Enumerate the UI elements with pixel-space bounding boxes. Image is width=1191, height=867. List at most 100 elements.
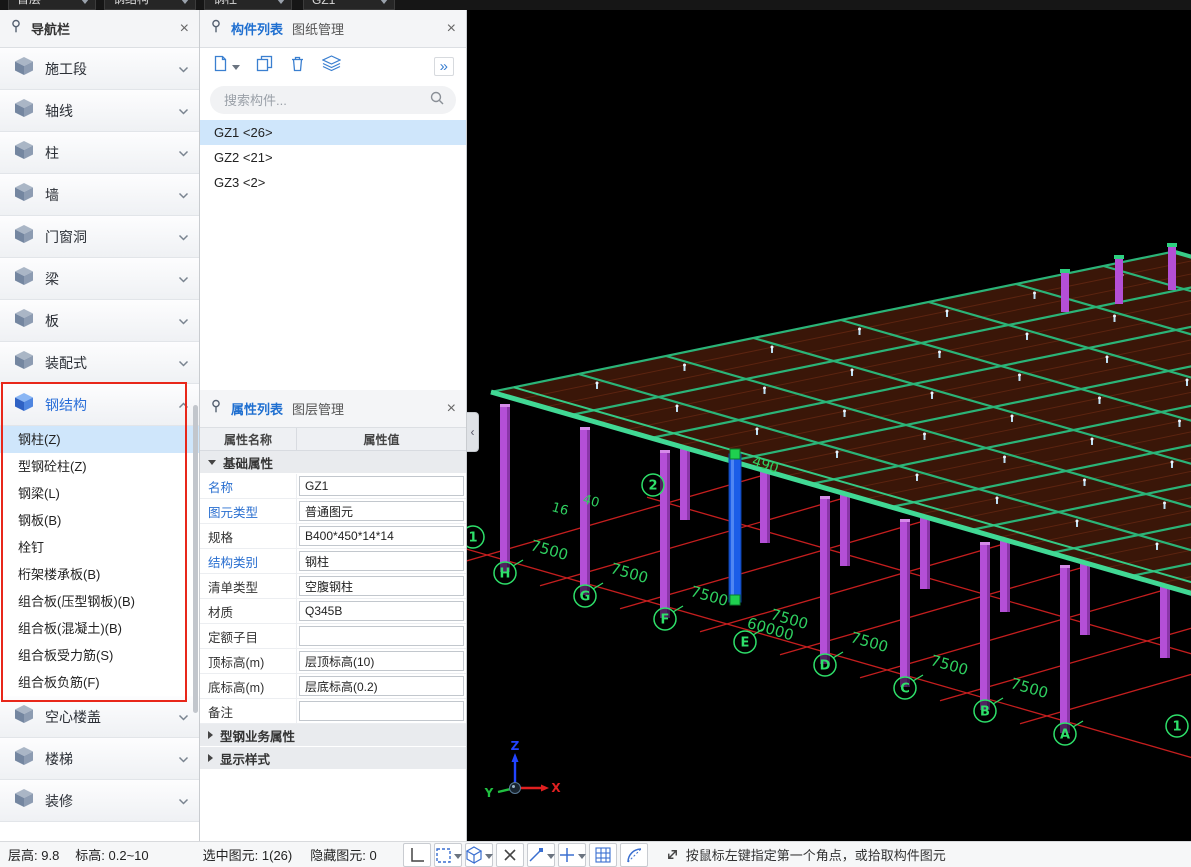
chevron-down-icon [485,847,493,862]
component-list-item[interactable]: GZ3 <2> [200,170,466,195]
pin-icon[interactable] [210,19,222,38]
sidebar-group-wall[interactable]: 墙 [0,174,199,216]
sidebar-item-steel-sub-1[interactable]: 型钢砼柱(Z) [0,453,199,480]
chevron-down-icon [232,57,240,75]
copy-component-button[interactable] [256,55,273,77]
sidebar-item-steel-sub-4[interactable]: 栓钉 [0,534,199,561]
tab-property-list[interactable]: 属性列表 [231,399,283,418]
sidebar-group-door-window-opening[interactable]: 门窗洞 [0,216,199,258]
property-value-input[interactable]: B400*450*14*14 [299,526,464,546]
arc-draw-button[interactable] [620,843,648,867]
viewport-3d[interactable]: HGFEDCBA12175007500750075007500750075006… [467,10,1191,841]
sidebar-group-label: 门窗洞 [45,227,168,247]
tab-component-list[interactable]: 构件列表 [231,19,283,38]
type-select[interactable]: 钢柱 [204,0,292,10]
sidebar-group-column[interactable]: 柱 [0,132,199,174]
nav-scrollbar[interactable] [193,405,198,713]
line-draw-button[interactable] [527,843,555,867]
svg-text:7500: 7500 [849,628,891,656]
ortho-mode-button[interactable] [403,843,431,867]
close-icon[interactable]: × [447,21,456,37]
property-value-input[interactable]: GZ1 [299,476,464,496]
pick-corner-icon [665,847,680,862]
tab-layer-management[interactable]: 图层管理 [292,399,344,418]
sidebar-group-label: 梁 [45,269,168,289]
selection-box-button[interactable] [434,843,462,867]
property-value-input[interactable] [299,701,464,721]
delete-component-button[interactable] [289,55,306,77]
sidebar-item-steel-sub-6[interactable]: 组合板(压型钢板)(B) [0,588,199,615]
sidebar-group-hollow-floor[interactable]: 空心楼盖 [0,696,199,738]
sidebar-item-steel-sub-7[interactable]: 组合板(混凝土)(B) [0,615,199,642]
component-list-item[interactable]: GZ1 <26> [200,120,466,145]
search-input[interactable] [222,92,424,109]
property-value-input[interactable]: 空腹钢柱 [299,576,464,596]
sidebar-item-steel-sub-9[interactable]: 组合板负筋(F) [0,669,199,696]
property-value-input[interactable] [299,626,464,646]
component-list-item[interactable]: GZ2 <21> [200,145,466,170]
property-value-input[interactable]: 层顶标高(10) [299,651,464,671]
grip-bottom [730,595,740,605]
sidebar-group-stairs[interactable]: 楼梯 [0,738,199,780]
steel-structure-icon [13,392,35,417]
grid-view-button[interactable] [589,843,617,867]
floor-select[interactable]: 首层 [8,0,96,10]
sidebar-group-construction-segment[interactable]: 施工段 [0,48,199,90]
sidebar-group-slab[interactable]: 板 [0,300,199,342]
selected-column-gz1[interactable] [729,449,741,605]
coordinate-input-button[interactable] [558,843,586,867]
svg-text:7500: 7500 [529,536,571,564]
status-item-2: 选中图元: 1(26) [203,845,293,864]
property-value-input[interactable]: Q345B [299,601,464,621]
top-toolbar: 首层 钢结构 钢柱 GZ1 [0,0,1191,10]
pin-icon[interactable] [210,399,222,418]
close-icon[interactable]: × [447,401,456,417]
axis-triad: ZXY [484,739,562,800]
property-section-label: 显示样式 [220,749,270,768]
component-select[interactable]: GZ1 [303,0,395,10]
property-section-1[interactable]: 型钢业务属性 [200,724,466,747]
close-icon[interactable]: × [180,21,189,37]
svg-text:D: D [820,659,831,674]
sidebar-item-steel-column[interactable]: 钢柱(Z) [0,426,199,453]
sidebar-group-axis-line[interactable]: 轴线 [0,90,199,132]
svg-text:7500: 7500 [689,582,731,610]
property-name: 名称 [200,474,297,498]
sidebar-item-steel-sub-3[interactable]: 钢板(B) [0,507,199,534]
copy-to-layers-button[interactable] [322,55,341,77]
chevron-down-icon [454,847,462,862]
svg-text:H: H [500,567,511,582]
property-value-input[interactable]: 钢柱 [299,551,464,571]
search-icon[interactable] [430,91,444,110]
panel-collapse-handle[interactable]: ‹ [467,412,479,452]
pin-icon[interactable] [10,19,22,38]
property-name: 规格 [200,524,297,548]
more-tools-button[interactable]: » [434,57,454,76]
svg-text:G: G [580,590,591,605]
svg-text:C: C [900,682,910,697]
category-select-label: 钢结构 [113,0,149,7]
navigation-panel: 导航栏 × 施工段轴线柱墙门窗洞梁板装配式钢结构钢柱(Z)型钢砼柱(Z)钢梁(L… [0,10,200,841]
chevron-down-icon [547,847,555,862]
property-value-input[interactable]: 普通图元 [299,501,464,521]
wall-icon [13,182,35,207]
status-bar: 层高: 9.8标高: 0.2~10选中图元: 1(26)隐藏图元: 0 按鼠标左… [0,841,1191,867]
sidebar-group-steel-structure[interactable]: 钢结构 [0,384,199,426]
tab-drawing-management[interactable]: 图纸管理 [292,19,344,38]
view-cube-icon [464,845,484,865]
property-row: 备注 [200,699,466,724]
sidebar-item-steel-sub-5[interactable]: 桁架楼承板(B) [0,561,199,588]
property-section-0[interactable]: 基础属性 [200,451,466,474]
door-window-opening-icon [13,224,35,249]
property-section-2[interactable]: 显示样式 [200,747,466,770]
cancel-button[interactable] [496,843,524,867]
sidebar-group-prefabricated[interactable]: 装配式 [0,342,199,384]
view-cube-button[interactable] [465,843,493,867]
sidebar-group-beam[interactable]: 梁 [0,258,199,300]
property-value-input[interactable]: 层底标高(0.2) [299,676,464,696]
sidebar-item-steel-sub-8[interactable]: 组合板受力筋(S) [0,642,199,669]
new-component-button[interactable] [212,55,240,77]
category-select[interactable]: 钢结构 [104,0,196,10]
sidebar-group-decoration[interactable]: 装修 [0,780,199,822]
sidebar-item-steel-sub-2[interactable]: 钢梁(L) [0,480,199,507]
